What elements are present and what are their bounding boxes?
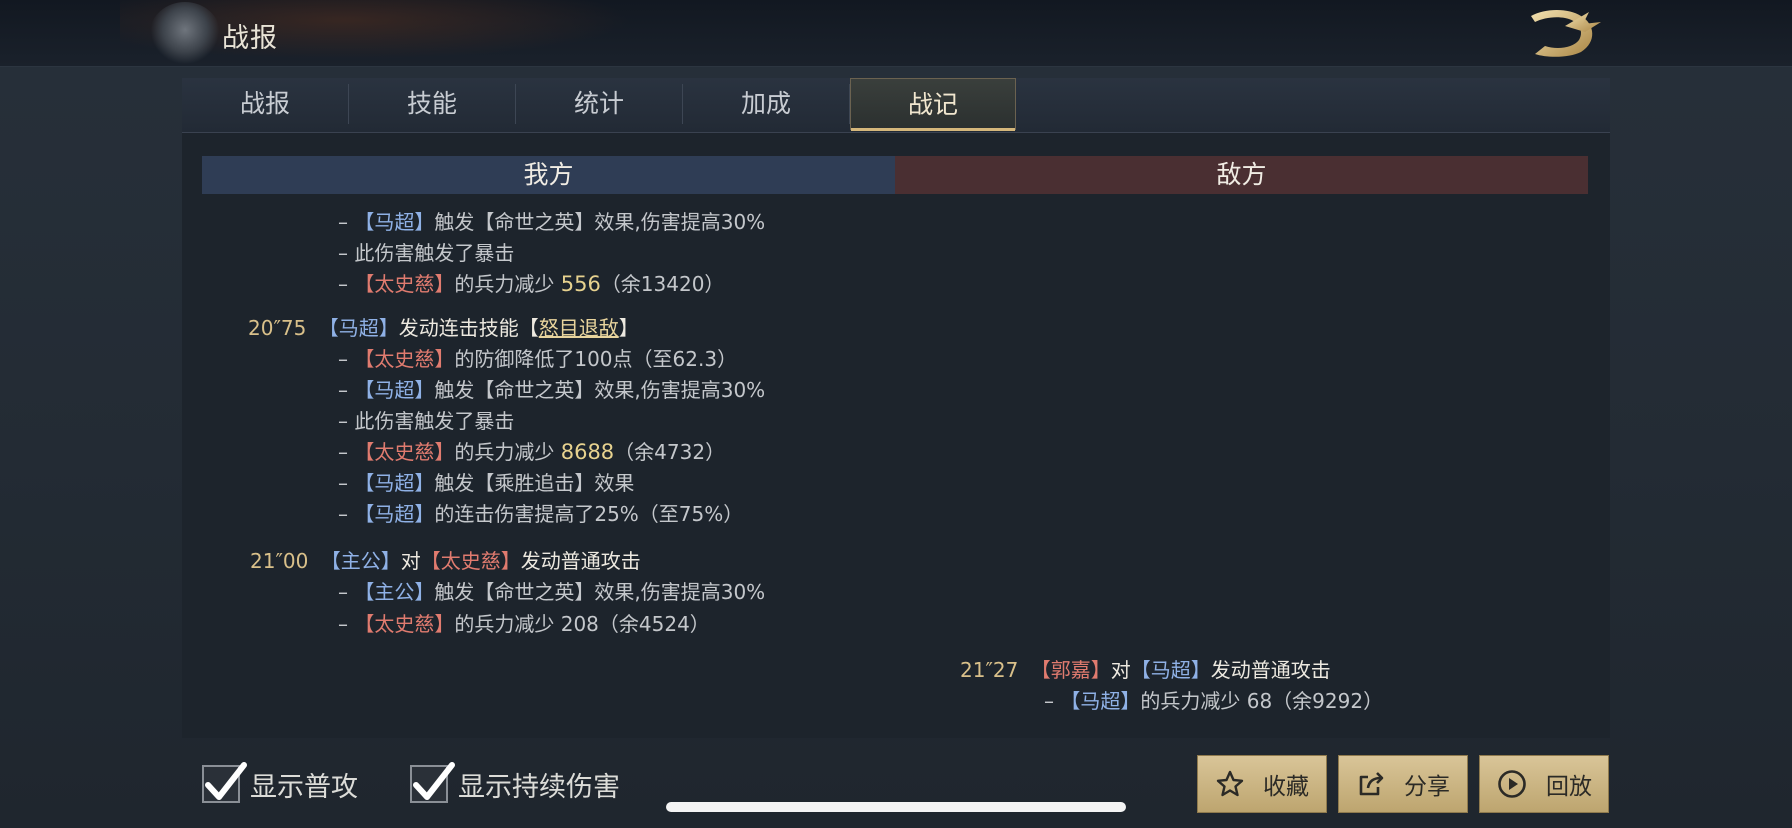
battle-record-scroll-area[interactable]: 我方 敌方 – 【马超】触发【命世之英】效果,伤害提高30% – 此伤害触发了暴… xyxy=(202,156,1588,736)
ally-name: 【马超】 xyxy=(354,471,435,495)
top-bar: 战报 xyxy=(0,0,1792,67)
enemy-side-header: 敌方 xyxy=(895,156,1588,194)
log-entry-heading: 20″75 【马超】发动连击技能【怒目退敌】 xyxy=(248,316,639,340)
enemy-name: 【太史慈】 xyxy=(354,272,455,296)
ally-name: 【马超】 xyxy=(1060,689,1141,713)
emblem-icon xyxy=(150,2,220,64)
share-button[interactable]: 分享 xyxy=(1338,755,1468,813)
timestamp: 21″27 xyxy=(960,658,1019,682)
checkbox-box[interactable] xyxy=(202,762,247,803)
tab-skills[interactable]: 技能 xyxy=(349,78,515,130)
enemy-name: 【郭嘉】 xyxy=(1030,658,1111,682)
ally-name: 【主公】 xyxy=(354,580,435,604)
ally-name: 【马超】 xyxy=(354,502,435,526)
log-line: – 此伤害触发了暴击 xyxy=(338,241,515,265)
dragon-logo-icon xyxy=(1531,10,1601,57)
log-line: – 【马超】的连击伤害提高了25%（至75%） xyxy=(338,502,744,526)
replay-label: 回放 xyxy=(1546,774,1592,800)
ally-name: 【马超】 xyxy=(354,210,435,234)
log-entry-heading: 21″00 【主公】对【太史慈】发动普通攻击 xyxy=(250,549,641,573)
enemy-name: 【太史慈】 xyxy=(420,549,521,573)
log-line: – 【太史慈】的兵力减少 208（余4524） xyxy=(338,612,710,636)
window-title: 战报 xyxy=(222,23,278,54)
checkbox-box[interactable] xyxy=(410,762,455,803)
checkmark-icon xyxy=(205,762,247,800)
ally-name: 【马超】 xyxy=(1130,658,1211,682)
share-label: 分享 xyxy=(1404,774,1450,800)
log-line: – 【太史慈】的兵力减少 8688（余4732） xyxy=(338,440,726,464)
favorite-button[interactable]: 收藏 xyxy=(1197,755,1327,813)
log-line: – 此伤害触发了暴击 xyxy=(338,409,515,433)
tab-battle-record[interactable]: 战记 xyxy=(850,78,1016,131)
timestamp: 21″00 xyxy=(250,549,309,573)
star-icon xyxy=(1216,770,1244,797)
show-dot-damage-checkbox[interactable]: 显示持续伤害 xyxy=(410,762,620,806)
enemy-name: 【太史慈】 xyxy=(354,612,455,636)
home-indicator[interactable] xyxy=(666,802,1126,812)
play-icon xyxy=(1498,770,1526,798)
share-icon xyxy=(1359,772,1384,796)
log-line: – 【主公】触发【命世之英】效果,伤害提高30% xyxy=(338,580,766,604)
log-line: – 【马超】触发【命世之英】效果,伤害提高30% xyxy=(338,210,766,234)
replay-button[interactable]: 回放 xyxy=(1479,755,1609,813)
enemy-name: 【太史慈】 xyxy=(354,440,455,464)
checkbox-label: 显示持续伤害 xyxy=(458,771,620,803)
favorite-label: 收藏 xyxy=(1263,774,1309,800)
tab-bonuses[interactable]: 加成 xyxy=(683,78,849,130)
tab-statistics[interactable]: 统计 xyxy=(516,78,682,130)
timestamp: 20″75 xyxy=(248,316,307,340)
skill-link[interactable]: 怒目退敌 xyxy=(539,316,619,340)
checkmark-icon xyxy=(413,762,455,800)
log-line: – 【太史慈】的兵力减少 556（余13420） xyxy=(338,272,725,296)
ally-name: 【马超】 xyxy=(318,316,399,340)
ally-name: 【马超】 xyxy=(354,378,435,402)
ally-name: 【主公】 xyxy=(320,549,401,573)
damage-value: 8688 xyxy=(560,440,615,464)
log-entry-heading: 21″27 【郭嘉】对【马超】发动普通攻击 xyxy=(960,658,1331,682)
show-normal-attacks-checkbox[interactable]: 显示普攻 xyxy=(202,762,358,806)
damage-value: 556 xyxy=(560,272,601,296)
checkbox-label: 显示普攻 xyxy=(250,771,358,803)
tab-bar: 战报 技能 统计 加成 战记 xyxy=(182,78,1610,133)
log-entries: – 【马超】触发【命世之英】效果,伤害提高30% – 此伤害触发了暴击 – 【太… xyxy=(202,156,1588,736)
log-line: – 【马超】触发【乘胜追击】效果 xyxy=(338,471,635,495)
log-line: – 【马超】的兵力减少 68（余9292） xyxy=(1044,689,1384,713)
log-line: – 【马超】触发【命世之英】效果,伤害提高30% xyxy=(338,378,766,402)
tab-battle-report[interactable]: 战报 xyxy=(182,78,348,130)
our-side-header: 我方 xyxy=(202,156,895,194)
log-line: – 【太史慈】的防御降低了100点（至62.3） xyxy=(338,347,738,371)
enemy-name: 【太史慈】 xyxy=(354,347,455,371)
